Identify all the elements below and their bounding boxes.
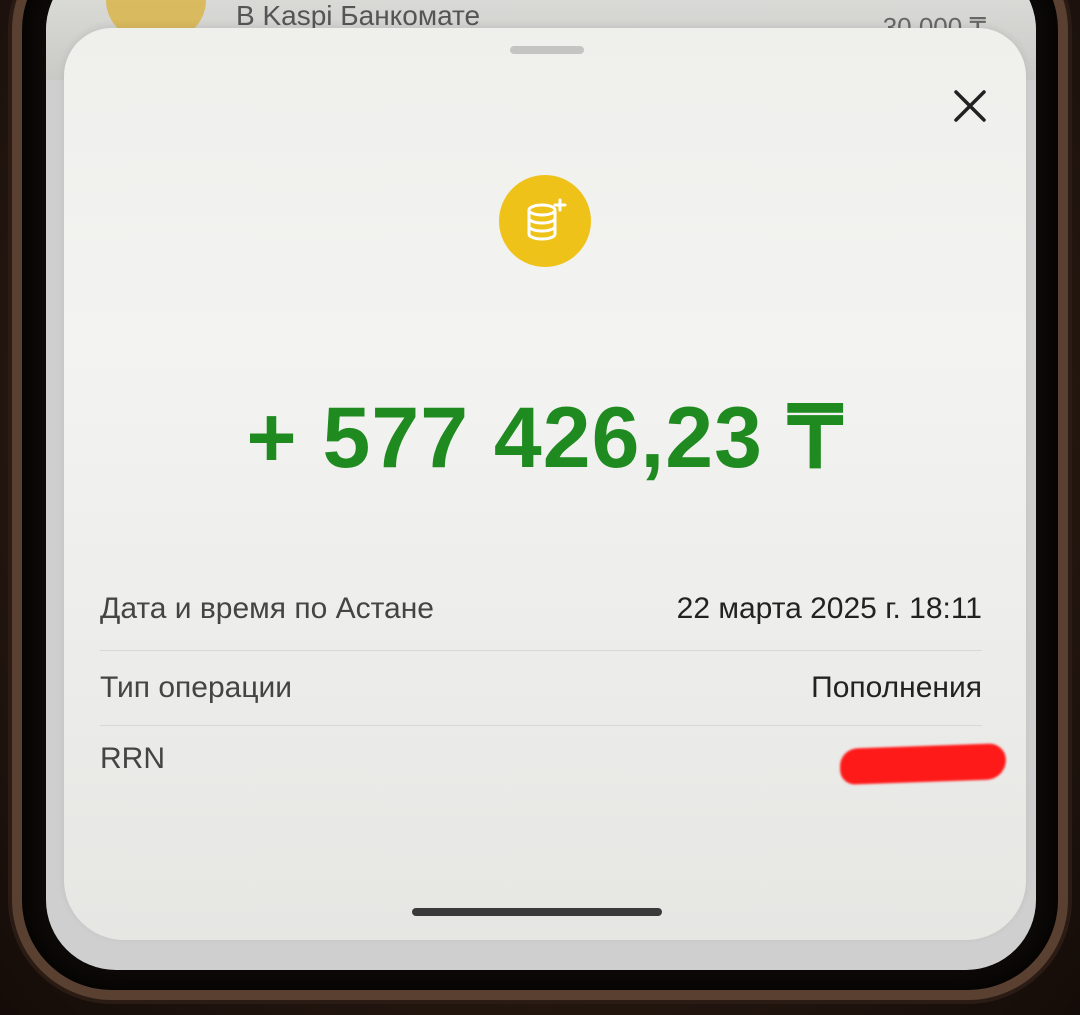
sheet-grabber[interactable] (510, 46, 584, 54)
detail-row-operation-type: Тип операции Пополнения (100, 653, 982, 723)
coins-plus-icon (499, 175, 591, 267)
redaction-mark (839, 743, 1007, 785)
transaction-amount: + 577 426,23 ₸ (246, 390, 844, 486)
detail-label: Тип операции (100, 671, 293, 704)
detail-value: 22 марта 2025 г. 18:11 (676, 592, 982, 625)
detail-value: Пополнения (811, 671, 982, 704)
detail-label: RRN (100, 742, 165, 775)
divider (100, 650, 982, 651)
photo-background: В Kaspi Банкомате 30 000 ₸ + 577 426,23 … (0, 0, 1080, 1015)
close-icon (954, 90, 986, 122)
close-button[interactable] (944, 80, 996, 132)
home-indicator[interactable] (412, 908, 662, 916)
detail-row-datetime: Дата и время по Астане 22 марта 2025 г. … (100, 574, 982, 644)
transaction-detail-sheet: + 577 426,23 ₸ Дата и время по Астане 22… (64, 28, 1026, 940)
detail-label: Дата и время по Астане (100, 592, 434, 625)
